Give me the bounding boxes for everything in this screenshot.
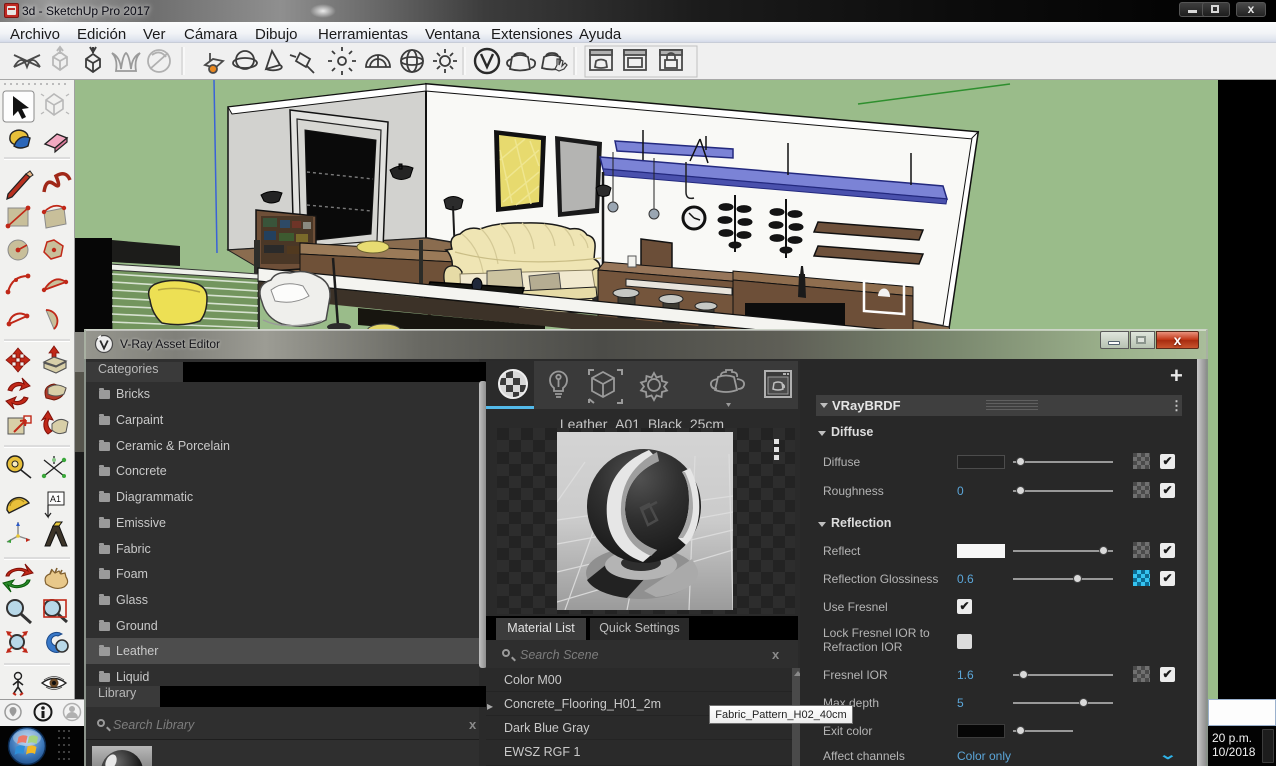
svg-text:A1: A1	[50, 494, 61, 504]
